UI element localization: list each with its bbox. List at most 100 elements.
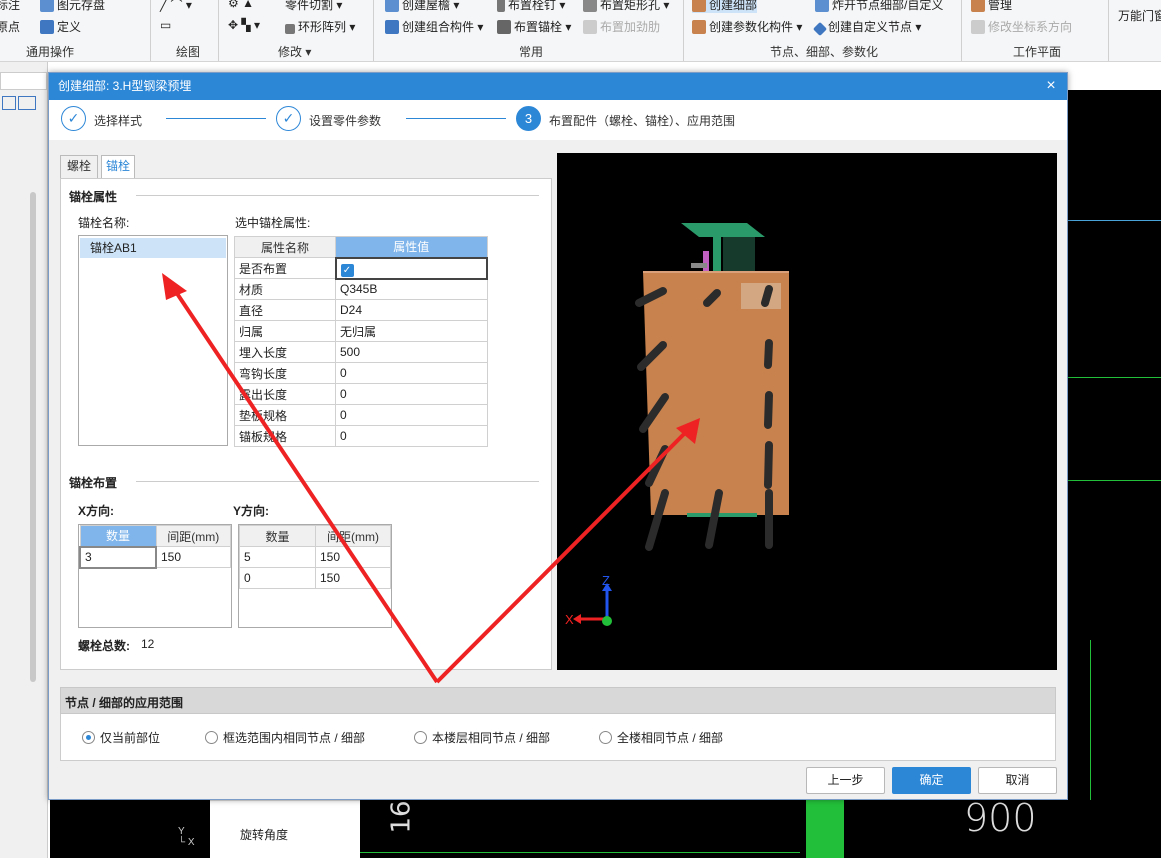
cad-canvas-bottom[interactable]: 16 900 <box>360 796 1161 858</box>
prop-value-cell[interactable]: D24 <box>335 299 488 321</box>
copy-tool[interactable]: ⚙ ▲ <box>228 0 254 10</box>
prop-value-cell[interactable]: Q345B <box>335 278 488 300</box>
cad-text: 900 <box>964 796 1037 840</box>
group-label-modify: 修改 ▾ <box>278 45 312 59</box>
table-row[interactable]: 锚板规格 0 <box>234 425 488 447</box>
table-row[interactable]: 露出长度 0 <box>234 383 488 405</box>
step-connector <box>166 118 266 119</box>
step-2-label: 设置零件参数 <box>309 114 382 128</box>
cad-line <box>1068 480 1161 481</box>
scope-header: 节点 / 细部的应用范围 <box>60 687 1056 714</box>
cad-line <box>1068 220 1161 221</box>
create-custom-node-button[interactable]: 创建自定义节点 ▾ <box>812 18 921 37</box>
rect-tool[interactable]: ▭ <box>160 18 171 32</box>
create-roof-button[interactable]: 创建屋檐 ▾ <box>385 0 459 13</box>
group-label-nodes: 节点、细部、参数化 <box>770 45 879 59</box>
list-view-icon[interactable] <box>2 96 16 110</box>
part-cut-button[interactable]: 零件切割 ▾ <box>285 0 342 13</box>
prop-value-cell[interactable]: 0 <box>335 425 488 447</box>
anchor-rod <box>764 441 773 489</box>
y-direction-table[interactable]: 数量 间距(mm) 5 150 0 150 <box>239 525 391 589</box>
scope-radio-box[interactable]: 框选范围内相同节点 / 细部 <box>205 729 365 746</box>
close-icon[interactable]: × <box>1041 73 1061 100</box>
create-group-button[interactable]: 创建组合构件 ▾ <box>385 18 483 35</box>
place-stiffener-button[interactable]: 布置加劲肋 <box>583 18 660 35</box>
table-row[interactable]: 弯钩长度 0 <box>234 362 488 384</box>
3d-preview[interactable]: Z X <box>557 153 1057 670</box>
y-spacing-cell[interactable]: 150 <box>315 567 391 589</box>
table-row[interactable]: 垫板规格 0 <box>234 404 488 426</box>
prop-value-cell[interactable]: 0 <box>335 404 488 426</box>
z-axis-label: Z <box>602 573 610 588</box>
table-row[interactable]: 0 150 <box>239 567 391 589</box>
explode-node-button[interactable]: 炸开节点细部/自定义 <box>815 0 943 13</box>
step-3-label: 布置配件（螺栓、锚栓）、应用范围 <box>549 114 736 128</box>
step-1-check-icon: ✓ <box>61 106 86 131</box>
mini-axis: Y └ X <box>178 826 195 848</box>
scope-radio-building[interactable]: 全楼相同节点 / 细部 <box>599 729 723 746</box>
prop-value-cell[interactable]: 无归属 <box>335 320 488 342</box>
cad-line <box>1068 377 1161 378</box>
step-connector <box>406 118 506 119</box>
table-row[interactable]: 埋入长度 500 <box>234 341 488 363</box>
table-row[interactable]: 5 150 <box>239 546 391 568</box>
scope-radio-floor[interactable]: 本楼层相同节点 / 细部 <box>414 729 550 746</box>
radio-icon <box>599 731 612 744</box>
tab-bolt[interactable]: 螺栓 <box>60 155 98 178</box>
list-item[interactable]: 锚栓AB1 <box>80 238 226 258</box>
node-icon <box>812 21 828 37</box>
line-tool[interactable]: ╱ ⌒ ▾ <box>160 0 192 13</box>
place-bolt-button[interactable]: 布置栓钉 ▾ <box>497 0 565 13</box>
manage-button[interactable]: 管理 <box>971 0 1012 13</box>
table-row[interactable]: 材质 Q345B <box>234 278 488 300</box>
prop-value-cell[interactable]: 0 <box>335 362 488 384</box>
place-rect-hole-button[interactable]: 布置矩形孔 ▾ <box>583 0 669 13</box>
y-spacing-cell[interactable]: 150 <box>315 546 391 568</box>
table-row[interactable]: 直径 D24 <box>234 299 488 321</box>
fig-library-button[interactable]: 图元存盘 <box>40 0 105 13</box>
origin-button[interactable]: 原点 <box>0 18 20 35</box>
radio-icon <box>82 731 95 744</box>
array-icon <box>285 24 295 34</box>
place-anchor-button[interactable]: 布置锚栓 ▾ <box>497 18 571 35</box>
prev-button[interactable]: 上一步 <box>806 767 885 794</box>
grid-view-icon[interactable] <box>18 96 36 110</box>
ok-button[interactable]: 确定 <box>892 767 971 794</box>
cancel-button[interactable]: 取消 <box>978 767 1057 794</box>
checkbox-checked-icon[interactable]: ✓ <box>340 263 354 277</box>
prop-name-cell: 弯钩长度 <box>234 362 336 384</box>
table-row[interactable]: 3 150 <box>79 545 231 569</box>
anchor-props-table: 属性名称 属性值 是否布置 ✓ 材质 Q345B 直径 D24 归属 无归属 埋入长度 500 弯钩… <box>234 236 488 447</box>
prop-value-cell[interactable]: 0 <box>335 383 488 405</box>
left-dropdown[interactable] <box>0 72 47 90</box>
radio-icon <box>205 731 218 744</box>
modify-coord-button[interactable]: 修改坐标系方向 <box>971 18 1072 35</box>
annot-button[interactable]: 标注 <box>0 0 20 13</box>
coord-icon <box>971 20 985 34</box>
prop-value-cell[interactable]: 500 <box>335 341 488 363</box>
selected-props-label: 选中锚栓属性: <box>235 216 311 230</box>
x-direction-table[interactable]: 数量 间距(mm) 3 150 <box>79 525 231 569</box>
cad-canvas-right[interactable] <box>1068 90 1161 858</box>
array-button[interactable]: 环形阵列 ▾ <box>285 18 355 35</box>
create-detail-button[interactable]: 创建细部 <box>692 0 758 13</box>
anchor-props-title: 锚栓属性 <box>69 190 118 204</box>
anchor-icon <box>497 20 511 34</box>
scrollbar[interactable] <box>30 192 36 682</box>
y-count-cell[interactable]: 5 <box>239 546 316 568</box>
create-param-button[interactable]: 创建参数化构件 ▾ <box>692 18 802 35</box>
x-spacing-cell[interactable]: 150 <box>155 546 231 568</box>
tab-anchor[interactable]: 锚栓 <box>101 155 135 179</box>
scope-radio-current[interactable]: 仅当前部位 <box>82 729 160 746</box>
y-count-header: 数量 <box>239 525 316 547</box>
create-detail-dialog: 创建细部: 3.H型钢梁预埋 × ✓ 选择样式 ✓ 设置零件参数 3 布置配件（… <box>48 72 1068 800</box>
table-row[interactable]: 归属 无归属 <box>234 320 488 342</box>
omnidoor-button[interactable]: 万能门窗 <box>1118 7 1161 24</box>
table-row[interactable]: 是否布置 ✓ <box>234 256 488 280</box>
prop-value-cell[interactable]: ✓ <box>334 256 488 280</box>
move-tool[interactable]: ✥ ▚ ▾ <box>228 18 260 32</box>
define-button[interactable]: 定义 <box>40 18 81 35</box>
x-count-cell[interactable]: 3 <box>79 545 157 569</box>
anchor-list[interactable]: 锚栓AB1 <box>78 235 228 446</box>
y-count-cell[interactable]: 0 <box>239 567 316 589</box>
